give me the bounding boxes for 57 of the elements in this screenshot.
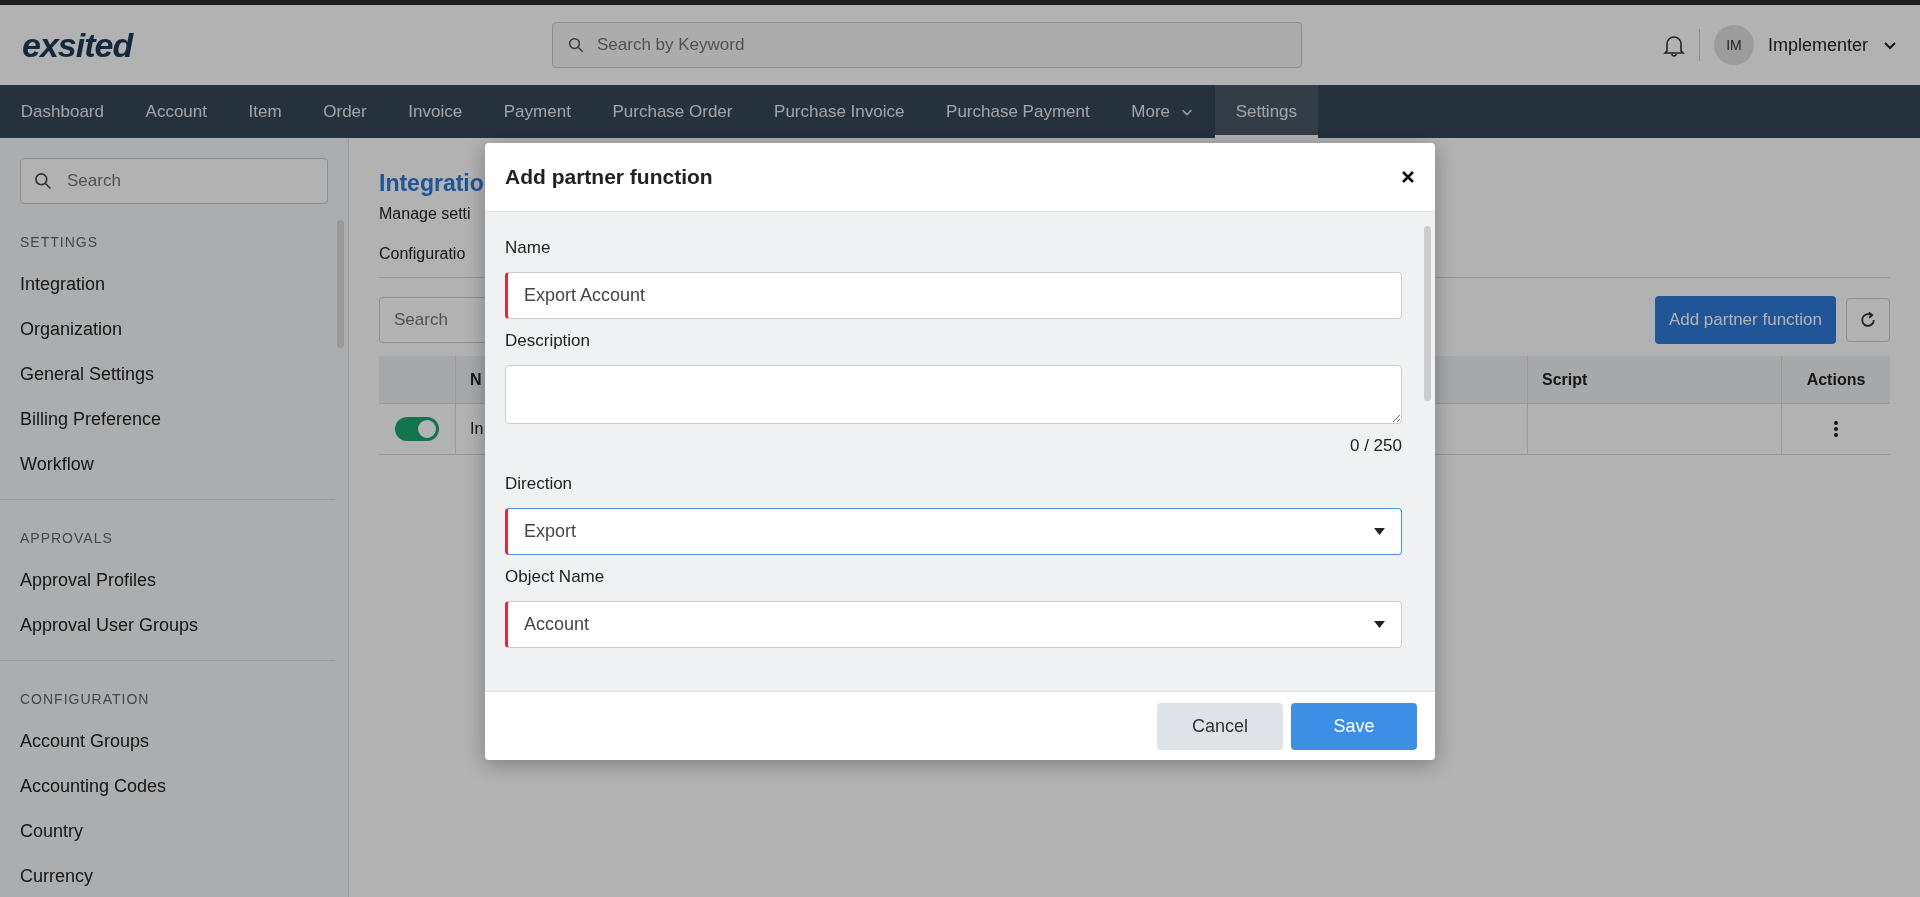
section-heading: APPROVALS xyxy=(19,530,114,546)
search-icon xyxy=(33,171,53,191)
sidebar-item[interactable]: Approval Profiles xyxy=(0,558,348,603)
nav-tab[interactable]: Order xyxy=(302,85,388,138)
close-icon[interactable] xyxy=(1401,170,1415,184)
refresh-button[interactable] xyxy=(1846,298,1890,342)
search-field[interactable]: Search by Keyword xyxy=(552,22,1302,68)
caret-icon xyxy=(1374,528,1385,535)
more-vertical-icon[interactable] xyxy=(1833,420,1839,438)
nav-tab[interactable]: Settings xyxy=(1214,85,1318,138)
dialog-title: Add partner function xyxy=(505,165,713,189)
user-name[interactable]: Implementer xyxy=(1767,34,1868,56)
logo[interactable]: exsited xyxy=(22,25,552,65)
character-counter: 0 / 250 xyxy=(1350,436,1402,455)
column-header: Actions xyxy=(1805,369,1867,390)
sidebar-item[interactable]: Currency xyxy=(0,854,348,897)
page-title: Integratio xyxy=(379,170,484,196)
nav-tab[interactable]: Item xyxy=(227,85,303,138)
section-heading: SETTINGS xyxy=(19,234,99,250)
sidebar-item[interactable]: General Settings xyxy=(0,352,348,397)
sidebar-item[interactable]: Country xyxy=(0,809,348,854)
search-field[interactable]: Search xyxy=(20,158,328,204)
section-heading: CONFIGURATION xyxy=(19,691,151,707)
nav-tab[interactable]: Purchase Payment xyxy=(925,85,1111,138)
page-subtitle: Manage setti xyxy=(379,205,472,223)
search-icon xyxy=(567,36,585,54)
dropdown[interactable]: Account xyxy=(505,601,1402,648)
sidebar-item[interactable]: Billing Preference xyxy=(0,397,348,442)
nav-tab[interactable]: Account xyxy=(124,85,228,138)
sidebar-item[interactable]: Account Groups xyxy=(0,719,348,764)
add-button[interactable]: Add partner function xyxy=(1654,296,1836,344)
tab[interactable]: Configuratio xyxy=(379,245,466,262)
nav-tab[interactable]: Invoice xyxy=(387,85,483,138)
field-label: Object Name xyxy=(505,567,606,587)
field-label: Direction xyxy=(505,474,574,494)
nav-tab[interactable]: More xyxy=(1110,85,1215,138)
field-label: Name xyxy=(505,238,552,258)
text-field[interactable]: Export Account xyxy=(505,272,1402,319)
nav-tab[interactable]: Purchase Invoice xyxy=(753,85,926,138)
nav-tab[interactable]: Purchase Order xyxy=(591,85,754,138)
field-label: Description xyxy=(505,331,592,351)
sidebar-item[interactable]: Approval User Groups xyxy=(0,603,348,648)
nav-tab[interactable]: Payment xyxy=(483,85,592,138)
user-avatar[interactable]: IM xyxy=(1713,25,1754,65)
cancel-button[interactable]: Cancel xyxy=(1157,702,1283,750)
toggle-switch[interactable] xyxy=(395,417,439,441)
dropdown[interactable]: Export xyxy=(505,508,1402,555)
nav-tab[interactable]: Dashboard xyxy=(0,85,125,138)
sidebar-item[interactable]: Accounting Codes xyxy=(0,764,348,809)
sidebar-item[interactable]: Organization xyxy=(0,307,348,352)
sidebar-item[interactable]: Integration xyxy=(0,262,348,307)
caret-icon xyxy=(1374,621,1385,628)
refresh-icon xyxy=(1858,310,1878,330)
bell-icon[interactable] xyxy=(1662,33,1685,57)
sidebar-item[interactable]: Workflow xyxy=(0,442,348,487)
scrollbar-thumb[interactable] xyxy=(1424,226,1431,401)
column-header: Script xyxy=(1528,356,1782,403)
